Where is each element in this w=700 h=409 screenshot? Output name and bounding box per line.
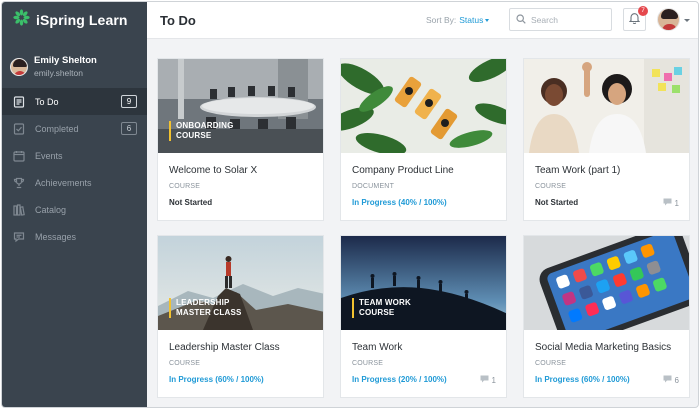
count-badge: 6 bbox=[121, 122, 137, 135]
course-thumbnail bbox=[524, 59, 689, 153]
app-name: iSpring Learn bbox=[36, 12, 128, 28]
thumbnail-label: TEAM WORK COURSE bbox=[352, 298, 432, 318]
sidebar-item-label: Events bbox=[35, 150, 63, 161]
sidebar-item-catalog[interactable]: Catalog bbox=[2, 196, 147, 223]
course-card[interactable]: Team Work (part 1) COURSE Not Started 1 bbox=[523, 58, 690, 221]
comment-icon bbox=[480, 375, 489, 385]
sort-label: Sort By: bbox=[426, 15, 457, 25]
course-thumbnail: ONBOARDING COURSE bbox=[158, 59, 323, 153]
card-status: In Progress (20% / 100%) bbox=[352, 375, 447, 384]
card-type: COURSE bbox=[535, 183, 567, 190]
comment-icon bbox=[663, 375, 672, 385]
notifications-button[interactable]: 7 bbox=[623, 6, 648, 31]
trophy-icon bbox=[12, 176, 25, 189]
comments-value: 6 bbox=[674, 375, 679, 385]
card-title[interactable]: Social Media Marketing Basics bbox=[535, 342, 671, 353]
messages-icon bbox=[12, 230, 25, 243]
course-card[interactable]: TEAM WORK COURSE Team Work COURSE In Pro… bbox=[340, 235, 507, 398]
sidebar-item-todo[interactable]: To Do 9 bbox=[2, 88, 147, 115]
card-type: COURSE bbox=[169, 360, 201, 367]
card-type: DOCUMENT bbox=[352, 183, 395, 190]
sidebar-item-achievements[interactable]: Achievements bbox=[2, 169, 147, 196]
user-profile[interactable]: Emily Shelton emily.shelton bbox=[2, 38, 147, 86]
search-icon bbox=[516, 11, 526, 29]
chevron-down-icon[interactable] bbox=[684, 19, 690, 22]
card-type: COURSE bbox=[352, 360, 384, 367]
card-status: Not Started bbox=[169, 198, 213, 207]
course-card[interactable]: Social Media Marketing Basics COURSE In … bbox=[523, 235, 690, 398]
top-bar: To Do Sort By:Status 7 bbox=[147, 2, 698, 39]
sidebar-nav: To Do 9 Completed 6 Events Achievements … bbox=[2, 88, 147, 250]
comments-value: 1 bbox=[491, 375, 496, 385]
comments-value: 1 bbox=[674, 198, 679, 208]
sidebar-item-messages[interactable]: Messages bbox=[2, 223, 147, 250]
card-status: In Progress (40% / 100%) bbox=[352, 198, 447, 207]
brand[interactable]: iSpring Learn bbox=[2, 2, 147, 38]
course-card[interactable]: ONBOARDING COURSE Welcome to Solar X COU… bbox=[157, 58, 324, 221]
card-type: COURSE bbox=[535, 360, 567, 367]
card-title[interactable]: Company Product Line bbox=[352, 165, 454, 176]
search-input[interactable] bbox=[531, 14, 601, 25]
sidebar-item-label: Achievements bbox=[35, 177, 92, 188]
calendar-icon bbox=[12, 149, 25, 162]
card-type: COURSE bbox=[169, 183, 201, 190]
avatar bbox=[10, 58, 28, 76]
sidebar-item-events[interactable]: Events bbox=[2, 142, 147, 169]
course-card[interactable]: LEADERSHIP MASTER CLASS Leadership Maste… bbox=[157, 235, 324, 398]
course-thumbnail bbox=[524, 236, 689, 330]
sort-control[interactable]: Sort By: Status bbox=[426, 15, 490, 25]
comments-count[interactable]: 6 bbox=[663, 375, 679, 385]
app-window: iSpring Learn Emily Shelton emily.shelto… bbox=[1, 1, 699, 408]
document-card[interactable]: Company Product Line DOCUMENT In Progres… bbox=[340, 58, 507, 221]
user-login: emily.shelton bbox=[34, 68, 83, 78]
card-title[interactable]: Welcome to Solar X bbox=[169, 165, 257, 176]
sidebar-item-label: Catalog bbox=[35, 204, 67, 215]
count-badge: 9 bbox=[121, 95, 137, 108]
ispring-logo-icon bbox=[13, 9, 30, 31]
user-name: Emily Shelton bbox=[34, 55, 97, 66]
header-avatar[interactable] bbox=[657, 8, 680, 31]
sidebar: iSpring Learn Emily Shelton emily.shelto… bbox=[2, 2, 147, 407]
document-thumbnail bbox=[341, 59, 506, 153]
thumbnail-label: ONBOARDING COURSE bbox=[169, 121, 249, 141]
search-box[interactable] bbox=[509, 8, 612, 31]
card-title[interactable]: Leadership Master Class bbox=[169, 342, 280, 353]
comments-count[interactable]: 1 bbox=[480, 375, 496, 385]
sidebar-item-label: Completed bbox=[35, 123, 79, 134]
chevron-down-icon bbox=[485, 19, 490, 22]
sidebar-item-completed[interactable]: Completed 6 bbox=[2, 115, 147, 142]
content-grid: ONBOARDING COURSE Welcome to Solar X COU… bbox=[147, 39, 698, 407]
thumbnail-label: LEADERSHIP MASTER CLASS bbox=[169, 298, 249, 318]
sort-value[interactable]: Status bbox=[459, 15, 483, 25]
card-status: Not Started bbox=[535, 198, 579, 207]
card-title[interactable]: Team Work (part 1) bbox=[535, 165, 620, 176]
catalog-icon bbox=[12, 203, 25, 216]
completed-icon bbox=[12, 122, 25, 135]
comments-count[interactable]: 1 bbox=[663, 198, 679, 208]
sidebar-item-label: To Do bbox=[35, 96, 59, 107]
card-status: In Progress (60% / 100%) bbox=[535, 375, 630, 384]
course-thumbnail: TEAM WORK COURSE bbox=[341, 236, 506, 330]
page-title: To Do bbox=[160, 13, 196, 28]
card-title[interactable]: Team Work bbox=[352, 342, 402, 353]
card-status: In Progress (60% / 100%) bbox=[169, 375, 264, 384]
sidebar-item-label: Messages bbox=[35, 231, 77, 242]
course-thumbnail: LEADERSHIP MASTER CLASS bbox=[158, 236, 323, 330]
todo-icon bbox=[12, 95, 25, 108]
comment-icon bbox=[663, 198, 672, 208]
notification-badge: 7 bbox=[638, 6, 648, 16]
